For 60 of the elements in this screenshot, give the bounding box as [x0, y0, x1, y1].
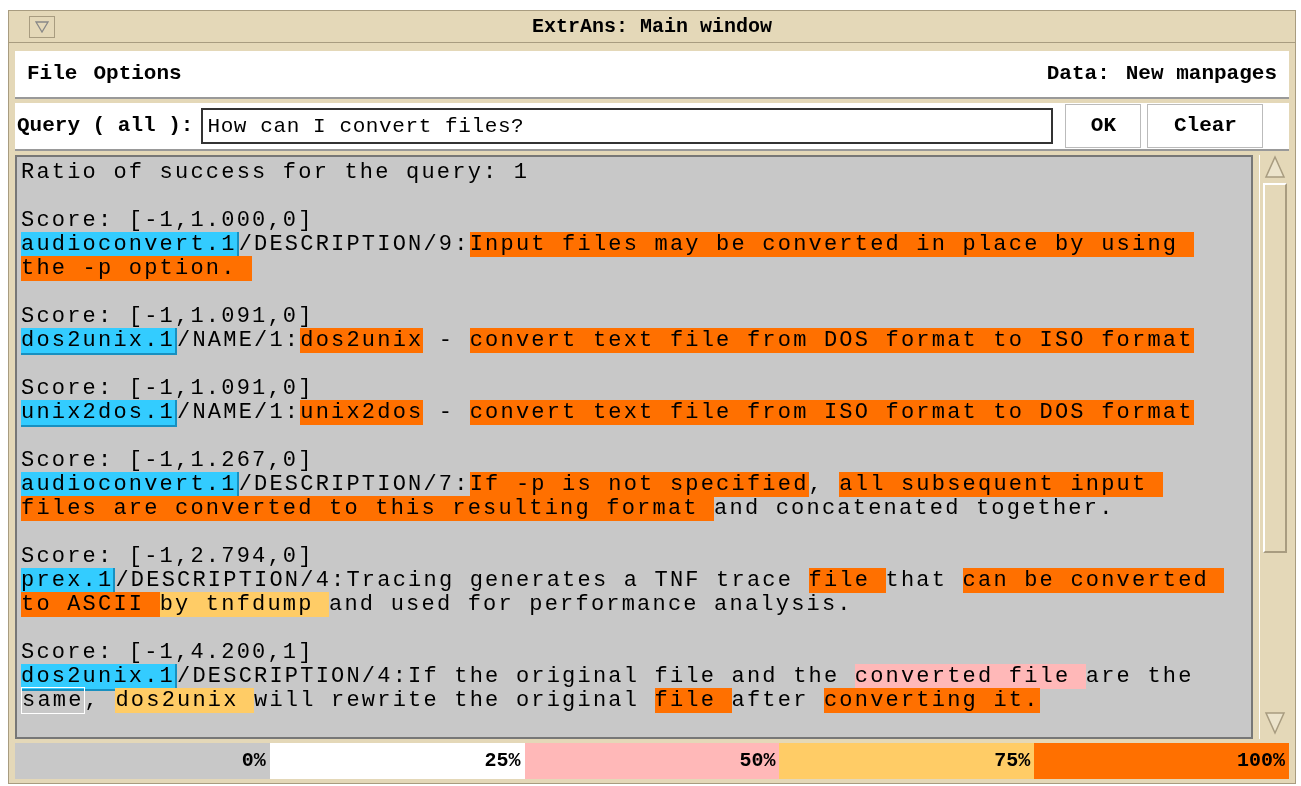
highlighted-text: converted file	[854, 664, 1086, 689]
result-path: /DESCRIPTION/9:	[238, 232, 470, 257]
highlighted-text: by tnfdump	[159, 592, 330, 617]
result-text: ,	[84, 688, 101, 713]
ratio-text: Ratio of success for the query: 1	[21, 161, 531, 185]
highlighted-text: file	[654, 688, 732, 713]
legend-label: 0%	[241, 748, 266, 774]
query-field[interactable]: How can I convert files?	[201, 108, 1054, 144]
menu-item[interactable]: Options	[93, 58, 182, 90]
file-link[interactable]: unix2dos.1	[21, 400, 178, 427]
result-text: Tracing generates a TNF trace	[346, 568, 795, 593]
data-source[interactable]: New manpages	[1125, 58, 1277, 90]
file-link[interactable]: dos2unix.1	[21, 664, 178, 691]
legend-label: 100%	[1236, 748, 1285, 774]
result-text: If the original file and the	[408, 664, 841, 689]
scroll-up-icon[interactable]	[1263, 155, 1286, 179]
result-text: and used for performance analysis.	[329, 592, 853, 617]
highlighted-text: dos2unix	[300, 328, 424, 353]
result-text: and concatenated together.	[714, 496, 1115, 521]
score-text: Score: [-1,1.000,0]	[21, 209, 315, 233]
file-link[interactable]: dos2unix.1	[21, 328, 178, 355]
result-text: -	[437, 328, 456, 353]
window-menu-button[interactable]	[29, 16, 55, 38]
boxed-word: same	[21, 687, 85, 714]
highlighted-text: convert text file from ISO format to DOS format	[469, 400, 1194, 425]
menu-item[interactable]: File	[27, 58, 78, 90]
result-text: -	[437, 400, 456, 425]
triangle-down-icon	[35, 21, 49, 33]
highlighted-text: unix2dos	[300, 400, 424, 425]
result-path: /NAME/1:	[177, 328, 301, 353]
legend-label: 75%	[994, 748, 1031, 774]
result-text: are the	[1085, 664, 1195, 689]
legend-label: 50%	[739, 748, 776, 774]
query-label: Query ( all ):	[17, 113, 194, 140]
highlighted-text: dos2unix	[115, 688, 255, 713]
score-text: Score: [-1,4.200,1]	[21, 641, 315, 665]
scroll-thumb[interactable]	[1262, 183, 1287, 553]
highlighted-text: convert text file from DOS format to ISO format	[469, 328, 1194, 353]
result-text: ,	[808, 472, 825, 497]
result-text: that	[885, 568, 949, 593]
window-title: ExtrAns: Main window	[531, 13, 772, 40]
clear-button[interactable]: Clear	[1147, 104, 1264, 148]
result-text: after	[731, 688, 810, 713]
data-label: Data:	[1046, 61, 1110, 88]
score-text: Score: [-1,2.794,0]	[21, 545, 315, 569]
scroll-bar[interactable]	[1259, 155, 1289, 739]
result-path: /NAME/1:	[177, 400, 301, 425]
highlighted-text: file	[808, 568, 886, 593]
result-path: /DESCRIPTION/4:	[115, 568, 347, 593]
scroll-down-icon[interactable]	[1263, 711, 1286, 735]
legend-label: 25%	[484, 748, 521, 774]
highlighted-text: If -p is not specified	[469, 472, 809, 497]
score-text: Score: [-1,1.267,0]	[21, 449, 315, 473]
result-path: /DESCRIPTION/4:	[177, 664, 409, 689]
result-path: /DESCRIPTION/7:	[238, 472, 470, 497]
score-text: Score: [-1,1.091,0]	[21, 305, 315, 329]
result-text: will rewrite the original	[254, 688, 641, 713]
highlighted-text: converting it.	[823, 688, 1040, 713]
score-text: Score: [-1,1.091,0]	[21, 377, 315, 401]
ok-button[interactable]: OK	[1065, 104, 1142, 148]
